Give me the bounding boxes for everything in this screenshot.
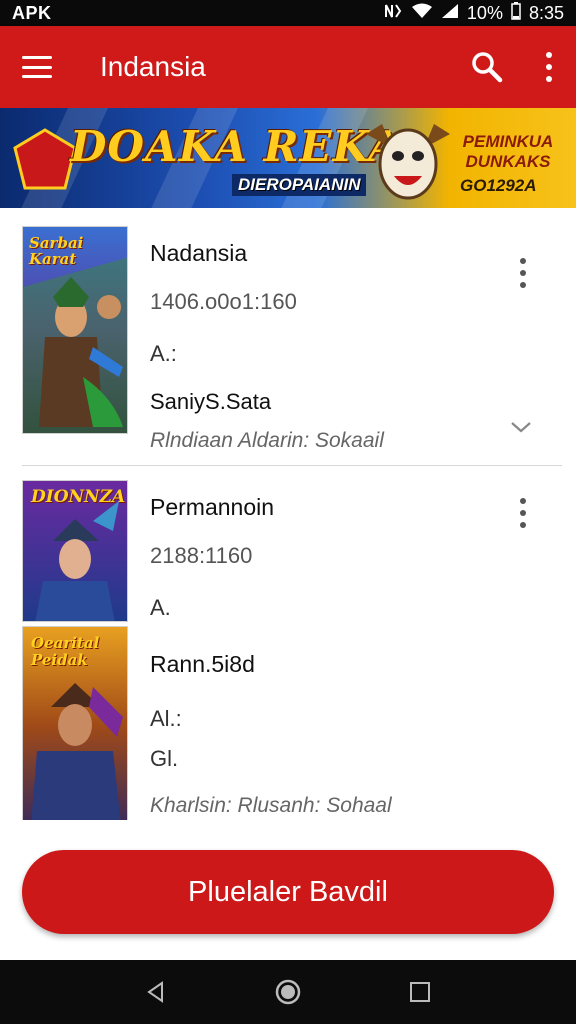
system-nav-bar [0,960,576,1024]
nfc-icon [383,3,403,24]
app-screen: APK 10% 8:35 Indansia DOAKA REKA DIEROPA… [0,0,576,1024]
status-icons: 10% 8:35 [383,1,564,25]
item-subtitle: SaniyS.Sata [150,389,272,414]
mask-icon [366,124,450,200]
status-left-text: APK [12,2,52,23]
thumb-title: Sarbai Karat [29,234,84,268]
item-title: Permannoin [150,494,275,520]
item-subtitle: Rann.5i8d [150,651,255,677]
item-thumbnail[interactable]: Sarbai Karat [22,226,128,434]
signal-icon [441,3,459,24]
status-time: 8:35 [528,2,564,23]
item-thumbnail[interactable]: Oearital Peidak [22,626,128,824]
recents-icon[interactable] [402,974,438,1010]
item-body: Permannoin 2188:1160 A. Rann.5i8d Al.: G… [150,480,554,824]
battery-percent: 10% [466,2,503,23]
item-description: Rlndiaan Aldarin: Sokaail [150,429,384,452]
search-icon[interactable] [470,50,504,84]
battery-icon [511,1,521,25]
more-vert-icon[interactable] [518,498,528,528]
status-bar: APK 10% 8:35 [0,0,576,26]
item-thumbnail[interactable]: DIONNZA [22,480,128,622]
wifi-icon [411,3,433,24]
primary-action-button[interactable]: Pluelaler Bavdil [22,850,554,934]
menu-icon[interactable] [22,56,52,78]
content-list: Sarbai Karat Nadansia 1406.o0o1:160 A.: … [0,208,576,836]
list-item[interactable]: DIONNZA Oearital Peidak Permannoin 2188:… [0,466,576,836]
thumb-title: DIONNZA [31,487,126,507]
more-vert-icon[interactable] [518,258,528,288]
item-body: Nadansia 1406.o0o1:160 A.: SaniyS.Sata R… [150,226,554,453]
item-description: Kharlsin: Rlusanh: Sohaal [150,794,392,817]
item-meta: 1406.o0o1:160 [150,289,297,314]
banner-code: GO1292A [460,176,537,195]
item-field: A.: [150,341,177,366]
banner-subtitle: DIEROPAIANIN [232,174,367,196]
home-icon[interactable] [270,974,306,1010]
item-meta: 2188:1160 [150,543,253,568]
chevron-down-icon[interactable] [510,416,532,438]
promo-banner[interactable]: DOAKA REKA DIEROPAIANIN PEMINKUA DUNKAKS… [0,108,576,208]
item-field: Gl. [150,746,179,771]
item-field: A. [150,595,171,620]
more-vert-icon[interactable] [544,52,554,82]
banner-title: DOAKA REKA [70,122,402,171]
item-thumbnails: DIONNZA Oearital Peidak [22,480,128,824]
list-item[interactable]: Sarbai Karat Nadansia 1406.o0o1:160 A.: … [0,208,576,465]
thumb-title: Oearital Peidak [31,634,100,669]
item-field: Al.: [150,706,182,731]
app-title: Indansia [100,51,206,82]
cta-area: Pluelaler Bavdil [0,820,576,960]
item-title: Nadansia [150,240,248,266]
banner-right-text: PEMINKUA DUNKAKS [462,132,554,171]
app-bar: Indansia [0,26,576,108]
back-icon[interactable] [138,974,174,1010]
